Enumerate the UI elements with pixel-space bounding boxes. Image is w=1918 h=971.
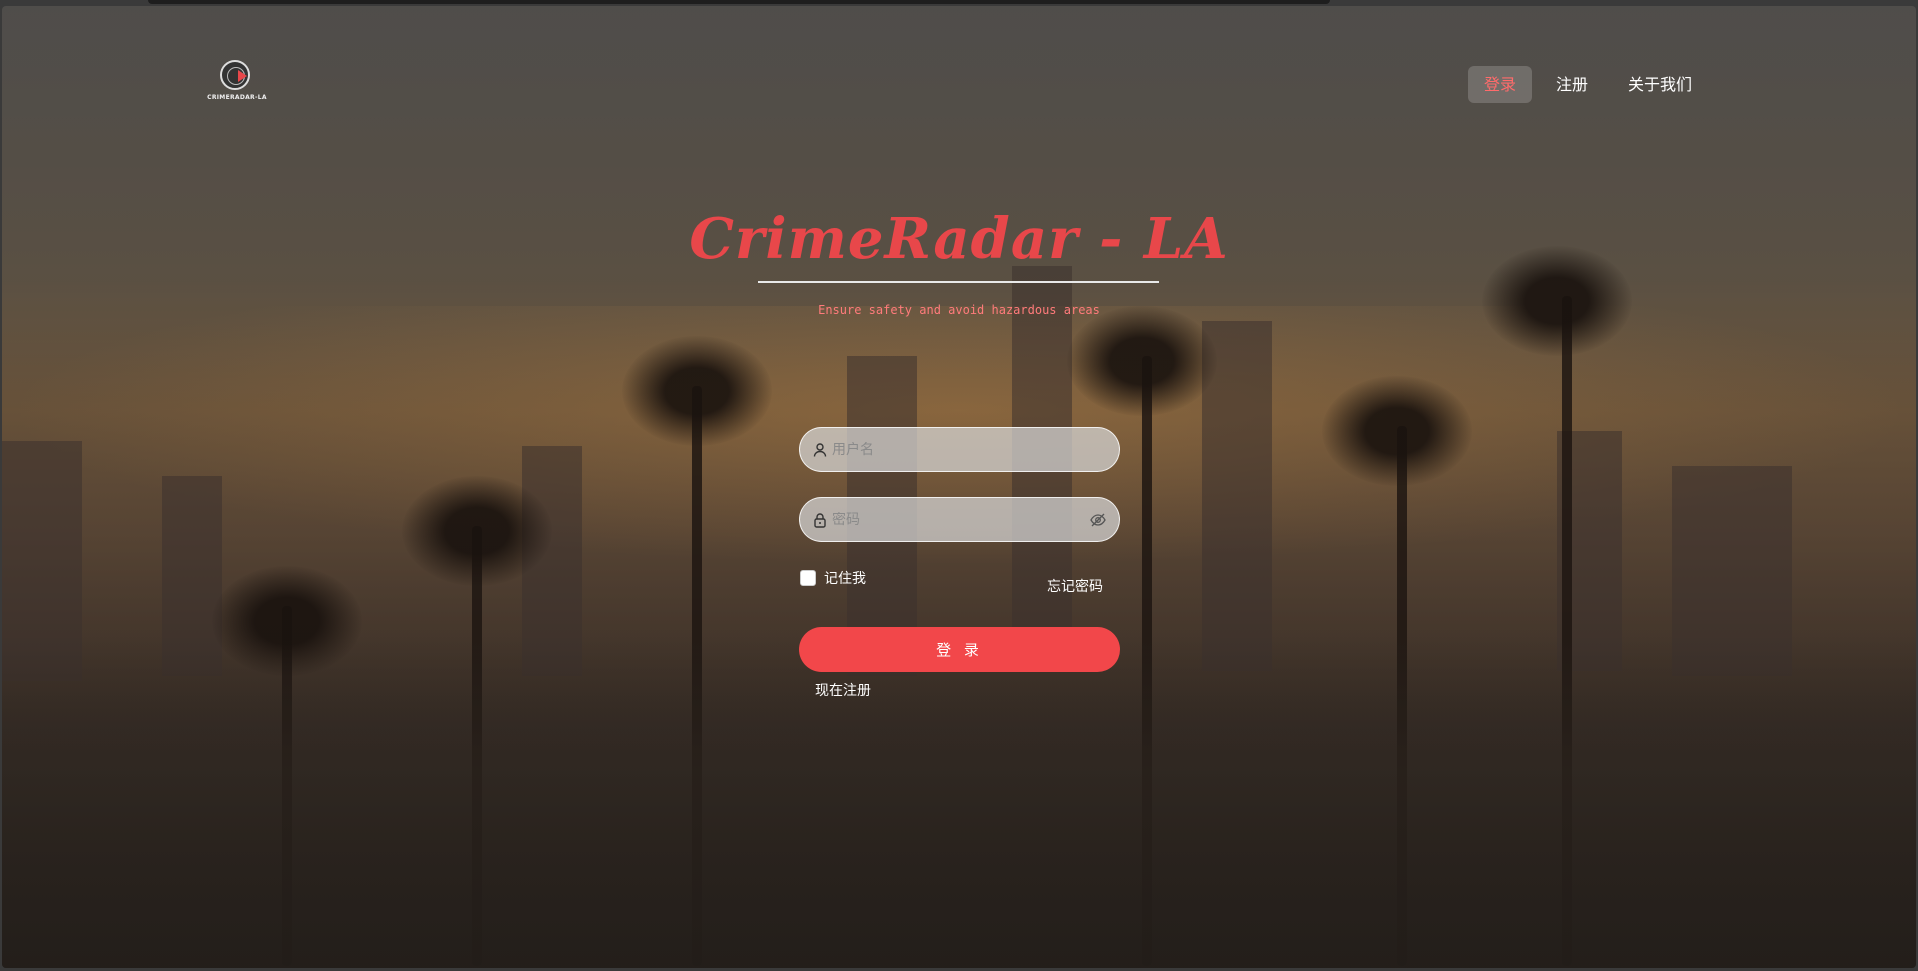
- user-icon: [813, 442, 827, 457]
- palm-crown: [402, 476, 552, 586]
- eye-off-icon[interactable]: [1089, 511, 1107, 529]
- nav-login[interactable]: 登录: [1468, 66, 1533, 103]
- logo-text: CRIMERADAR-LA: [207, 94, 267, 101]
- lock-icon: [814, 512, 826, 528]
- login-page: CRIMERADAR-LA 登录 注册 关于我们 CrimeRadar - LA…: [2, 6, 1916, 968]
- login-button[interactable]: 登 录: [799, 627, 1120, 672]
- pointer-icon: [238, 70, 247, 82]
- browser-frame: CRIMERADAR-LA 登录 注册 关于我们 CrimeRadar - LA…: [0, 0, 1918, 971]
- username-input[interactable]: [832, 441, 1107, 458]
- palm-crown: [1322, 376, 1472, 486]
- page-subtitle: Ensure safety and avoid hazardous areas: [818, 303, 1100, 317]
- city-ground: [2, 638, 1916, 968]
- password-field[interactable]: [799, 497, 1120, 542]
- title-divider: [758, 281, 1159, 283]
- remember-me[interactable]: 记住我: [800, 568, 866, 588]
- page-title: CrimeRadar - LA: [689, 206, 1229, 272]
- top-nav: 登录 注册 关于我们: [1468, 66, 1708, 103]
- register-now-link[interactable]: 现在注册: [815, 680, 871, 700]
- forgot-password-link[interactable]: 忘记密码: [1047, 576, 1103, 596]
- nav-register[interactable]: 注册: [1540, 66, 1604, 103]
- username-field[interactable]: [799, 427, 1120, 472]
- remember-label: 记住我: [824, 571, 866, 587]
- remember-checkbox[interactable]: [800, 570, 816, 586]
- top-strip: [148, 0, 1330, 4]
- nav-about[interactable]: 关于我们: [1612, 66, 1708, 103]
- palm-crown: [1067, 306, 1217, 416]
- site-logo[interactable]: CRIMERADAR-LA: [202, 60, 267, 106]
- password-input[interactable]: [832, 511, 1089, 528]
- palm-crown: [622, 336, 772, 446]
